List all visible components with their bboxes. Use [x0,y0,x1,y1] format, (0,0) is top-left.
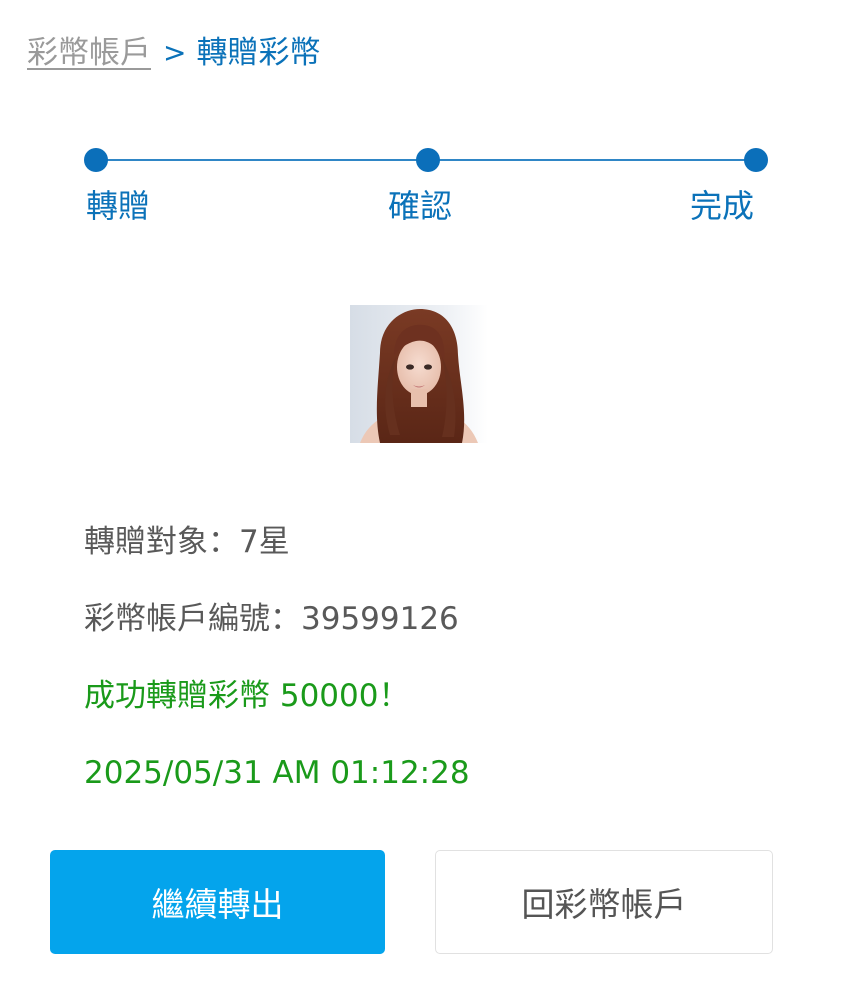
step-label-transfer: 轉贈 [86,187,151,225]
step-dot-complete [744,148,768,172]
account-number-line: 彩幣帳戶編號：39599126 [84,601,459,637]
continue-transfer-button[interactable]: 繼續轉出 [50,850,385,954]
breadcrumb-current: 轉贈彩幣 [196,35,321,71]
step-label-complete: 完成 [690,187,755,225]
success-message: 成功轉贈彩幣 50000！ [84,678,410,714]
progress-stepper: 轉贈 確認 完成 [0,140,852,240]
breadcrumb-separator: > [163,36,187,69]
recipient-avatar [350,305,488,443]
step-label-confirm: 確認 [388,187,453,225]
breadcrumb: 彩幣帳戶 > 轉贈彩幣 [27,30,320,76]
step-connector [96,159,428,161]
step-dot-transfer [84,148,108,172]
step-dot-confirm [416,148,440,172]
breadcrumb-link-account[interactable]: 彩幣帳戶 [27,30,151,76]
transfer-timestamp: 2025/05/31 AM 01:12:28 [84,755,470,791]
step-connector [428,159,756,161]
back-to-account-button[interactable]: 回彩幣帳戶 [435,850,773,954]
recipient-line: 轉贈對象：7星 [84,524,290,560]
